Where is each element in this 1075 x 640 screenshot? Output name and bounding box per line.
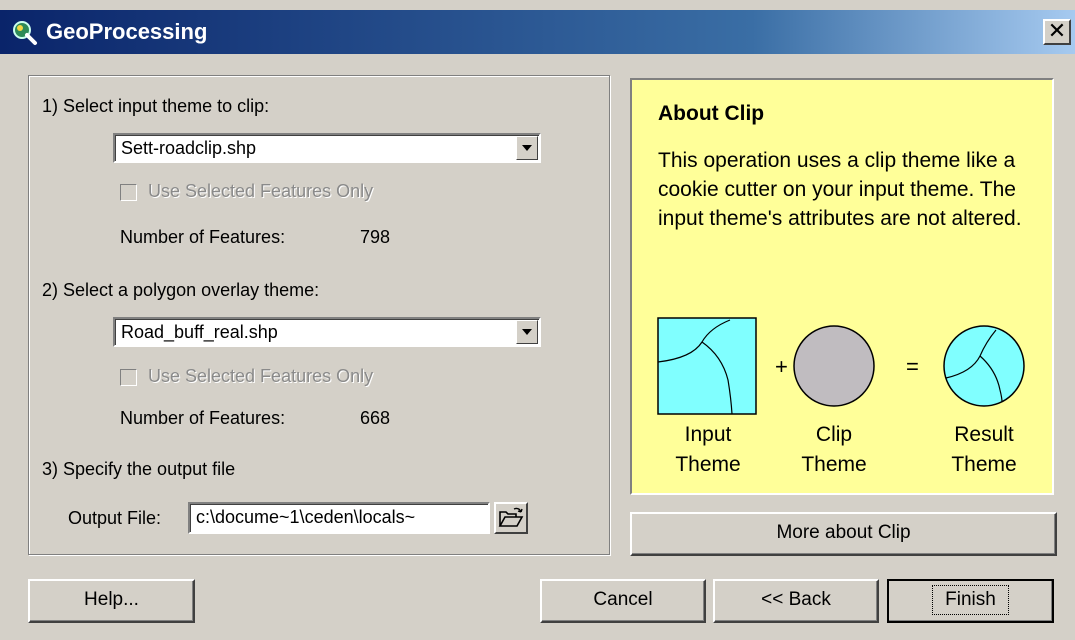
overlay-theme-value: Road_buff_real.shp <box>121 322 278 342</box>
title-bar: GeoProcessing ✕ <box>0 10 1075 54</box>
input-features-count: 798 <box>360 227 391 247</box>
input-theme-graphic <box>657 317 757 415</box>
input-theme-label: 1) Select input theme to clip: <box>42 96 270 116</box>
result-theme-graphic <box>943 325 1025 407</box>
finish-button[interactable]: Finish <box>887 579 1054 623</box>
input-theme-value: Sett-roadclip.shp <box>121 138 257 158</box>
overlay-features-count: 668 <box>360 408 391 428</box>
overlay-features-label: Number of Features: <box>120 408 286 428</box>
equals-sign: = <box>906 354 919 379</box>
geoprocessing-app-icon <box>13 21 37 45</box>
clip-theme-graphic <box>793 325 875 407</box>
open-folder-icon <box>498 507 524 527</box>
overlay-theme-dropdown[interactable]: Road_buff_real.shp <box>113 317 541 347</box>
input-use-selected-checkbox[interactable] <box>120 184 137 201</box>
input-theme-dropdown[interactable]: Sett-roadclip.shp <box>113 133 541 163</box>
chevron-down-icon[interactable] <box>516 136 538 160</box>
back-button[interactable]: << Back <box>713 579 879 623</box>
close-icon[interactable]: ✕ <box>1048 18 1066 43</box>
output-file-label: Output File: <box>68 508 162 528</box>
output-file-section-label: 3) Specify the output file <box>42 459 236 479</box>
input-theme-caption: Input Theme <box>675 423 741 476</box>
finish-button-label[interactable]: Finish <box>932 585 1009 615</box>
browse-folder-button[interactable] <box>494 502 528 534</box>
input-use-selected-label: Use Selected Features Only <box>148 181 374 201</box>
input-features-label: Number of Features: <box>120 227 286 247</box>
close-button[interactable]: ✕ <box>1043 19 1071 45</box>
more-about-clip-button[interactable]: More about Clip <box>630 512 1057 556</box>
output-file-input[interactable]: c:\docume~1\ceden\locals~ <box>188 502 490 534</box>
overlay-use-selected-label: Use Selected Features Only <box>148 366 374 386</box>
chevron-down-icon[interactable] <box>516 320 538 344</box>
overlay-use-selected-checkbox[interactable] <box>120 369 137 386</box>
plus-sign: + <box>775 354 788 379</box>
overlay-theme-label: 2) Select a polygon overlay theme: <box>42 280 320 300</box>
about-clip-panel: About Clip This operation uses a clip th… <box>630 78 1054 495</box>
result-theme-caption: Result Theme <box>951 423 1017 476</box>
window-title: GeoProcessing <box>46 19 208 44</box>
clip-theme-caption: Clip Theme <box>801 423 867 476</box>
cancel-button[interactable]: Cancel <box>540 579 706 623</box>
help-button[interactable]: Help... <box>28 579 195 623</box>
